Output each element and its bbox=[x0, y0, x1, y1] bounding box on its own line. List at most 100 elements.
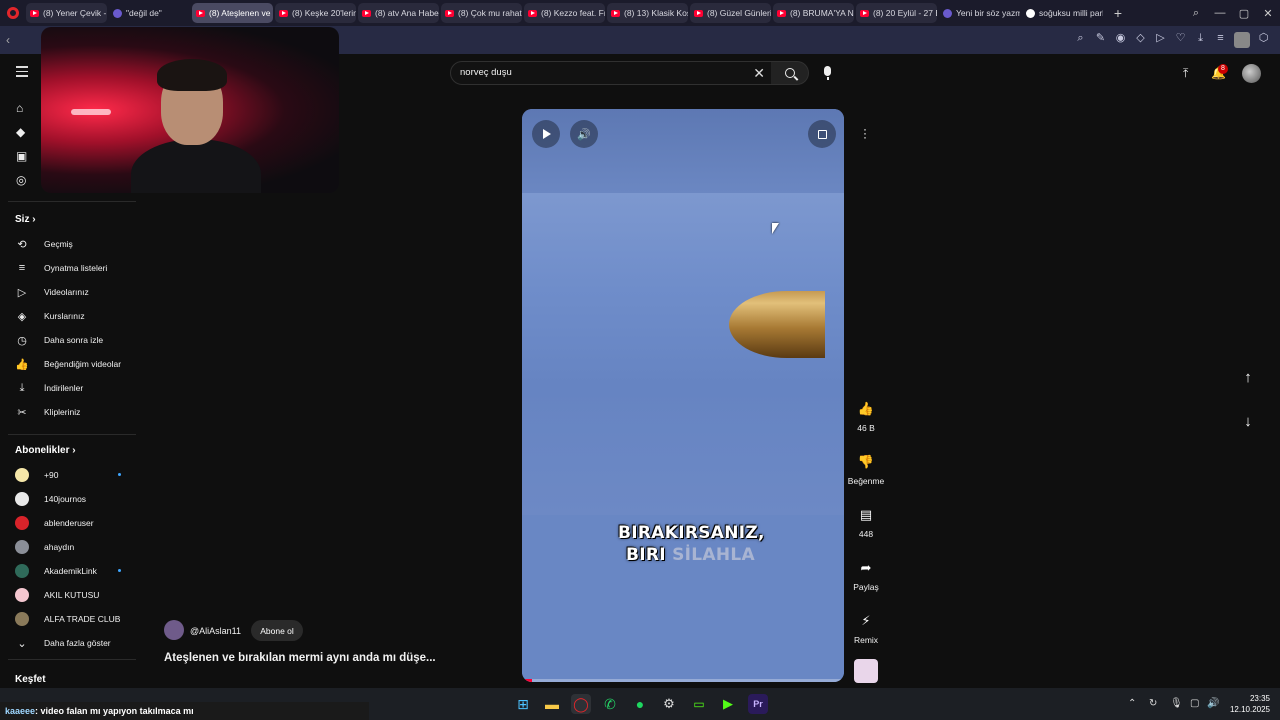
browser-tab[interactable]: (8) 20 Eylül - 27 E bbox=[856, 3, 937, 23]
back-icon[interactable]: ‹ bbox=[6, 33, 10, 47]
account-avatar[interactable] bbox=[1242, 64, 1261, 83]
browser-tab[interactable]: "değil de" bbox=[109, 3, 190, 23]
subscription-item[interactable]: 140journos bbox=[15, 491, 125, 507]
channel-handle[interactable]: @AliAslan11 bbox=[190, 626, 241, 636]
close-window-button[interactable]: ✕ bbox=[1256, 7, 1280, 20]
share-button[interactable]: ➦ Paylaş bbox=[846, 560, 886, 592]
hamburger-menu-icon[interactable] bbox=[16, 66, 28, 80]
sidebar-item[interactable]: ◷ Daha sonra izle bbox=[15, 332, 103, 348]
new-tab-button[interactable]: + bbox=[1109, 4, 1127, 22]
sidebar-item[interactable]: 👍 Beğendiğim videolar bbox=[15, 356, 121, 372]
subscriptions-section-title[interactable]: Abonelikler › bbox=[15, 445, 76, 456]
shorts-player[interactable]: 🔊 BIRAKIRSANIZ, BIRI SİLAHLA bbox=[522, 109, 844, 682]
browser-tab[interactable]: soğuksu milli park bbox=[1022, 3, 1103, 23]
opera-logo-icon[interactable] bbox=[0, 0, 26, 26]
browser-tab[interactable]: (8) Kezzo feat. Fre bbox=[524, 3, 605, 23]
browser-tab[interactable]: (8) Keşke 20'lerim bbox=[275, 3, 356, 23]
progress-bar[interactable] bbox=[522, 679, 844, 682]
browser-tab[interactable]: (8) atv Ana Haber bbox=[358, 3, 439, 23]
next-short-button[interactable]: ↓ bbox=[1238, 413, 1258, 433]
steam-icon[interactable]: ⚙ bbox=[659, 694, 679, 714]
opera-taskbar-icon[interactable]: ◯ bbox=[571, 694, 591, 714]
clear-search-icon[interactable]: ✕ bbox=[753, 65, 765, 82]
speaker-icon[interactable]: 🔊 bbox=[1207, 698, 1219, 709]
search-input[interactable] bbox=[460, 67, 740, 78]
browser-tab[interactable]: (8) Ateşlenen ve bırakılan bbox=[192, 3, 273, 23]
channel-avatar[interactable] bbox=[164, 620, 184, 640]
fullscreen-button[interactable] bbox=[808, 120, 836, 148]
sync-icon[interactable]: ↻ bbox=[1149, 698, 1157, 709]
search-icon[interactable]: ⌕ bbox=[1074, 32, 1087, 45]
spotify-icon[interactable]: ● bbox=[630, 694, 650, 714]
file-explorer-icon[interactable]: ▬ bbox=[542, 694, 562, 714]
subscribe-button[interactable]: Abone ol bbox=[251, 620, 303, 641]
search-tabs-icon[interactable]: ⌕ bbox=[1184, 7, 1208, 20]
profile-avatar[interactable] bbox=[1234, 32, 1250, 48]
minimize-button[interactable]: — bbox=[1208, 7, 1232, 19]
shield-icon[interactable]: ◇ bbox=[1134, 32, 1147, 45]
subscription-item[interactable]: AKIL KUTUSU bbox=[15, 587, 125, 603]
tray-overflow-icon[interactable]: ⌃ bbox=[1128, 698, 1136, 709]
subscription-item[interactable]: +90 bbox=[15, 467, 125, 483]
edit-icon[interactable]: ✎ bbox=[1094, 32, 1107, 45]
browser-tab[interactable]: (8) BRUMA'YA NE bbox=[773, 3, 854, 23]
browser-tab[interactable]: (8) Güzel Günleri bbox=[690, 3, 771, 23]
share-label: Paylaş bbox=[853, 582, 879, 592]
upload-icon[interactable]: ⤒ bbox=[1183, 66, 1188, 81]
heart-icon[interactable]: ♡ bbox=[1174, 32, 1187, 45]
sidebar-item[interactable]: ▷ Videolarınız bbox=[15, 284, 89, 300]
play-button[interactable] bbox=[532, 120, 560, 148]
tab-label: "değil de" bbox=[126, 8, 162, 18]
browser-tab[interactable]: (8) Çok mu rahatı bbox=[441, 3, 522, 23]
sidebar-item-label: İndirilenler bbox=[44, 383, 84, 393]
you-icon[interactable]: ◎ bbox=[16, 174, 28, 186]
windows-start-icon[interactable]: ⊞ bbox=[513, 694, 533, 714]
premiere-pro-icon[interactable]: Pr bbox=[748, 694, 768, 714]
mic-tray-icon[interactable]: 🎙 bbox=[1170, 698, 1183, 709]
home-icon[interactable]: ⌂ bbox=[16, 102, 28, 114]
maximize-button[interactable]: ▢ bbox=[1232, 7, 1256, 20]
new-content-dot bbox=[118, 569, 121, 572]
kick-icon[interactable]: ▭ bbox=[689, 694, 709, 714]
subscriptions-icon[interactable]: ▣ bbox=[16, 150, 28, 162]
menu-icon[interactable]: ≡ bbox=[1214, 32, 1227, 45]
downloads-icon[interactable]: ⤓ bbox=[1194, 32, 1207, 45]
channel-thumbnail[interactable] bbox=[854, 659, 878, 683]
player-icon[interactable]: ▷ bbox=[1154, 32, 1167, 45]
volume-button[interactable]: 🔊 bbox=[570, 120, 598, 148]
search-button[interactable] bbox=[771, 61, 809, 85]
subscription-item[interactable]: AkademikLink bbox=[15, 563, 125, 579]
windows-taskbar bbox=[369, 688, 1280, 720]
show-more-button[interactable]: ⌄ Daha fazla göster bbox=[15, 635, 110, 651]
sidebar-item[interactable]: ⤓ İndirilenler bbox=[15, 380, 84, 396]
remix-button[interactable]: ⚡ Remix bbox=[846, 613, 886, 645]
more-options-icon[interactable]: · · · bbox=[863, 123, 867, 143]
subscription-item[interactable]: ahaydın bbox=[15, 539, 125, 555]
sidebar-item[interactable]: ⟲ Geçmiş bbox=[15, 236, 72, 252]
download-icon: ⤓ bbox=[19, 381, 25, 394]
microphone-icon[interactable] bbox=[824, 66, 831, 80]
subscription-item[interactable]: ALFA TRADE CLUB bbox=[15, 611, 125, 627]
sidebar-item[interactable]: ✂ Klipleriniz bbox=[15, 404, 80, 420]
network-icon[interactable]: ▢ bbox=[1190, 698, 1199, 709]
volume-icon: 🔊 bbox=[577, 128, 591, 141]
dislike-button[interactable]: 👎 Beğenme bbox=[846, 454, 886, 486]
previous-short-button[interactable]: ↑ bbox=[1238, 369, 1258, 389]
subscription-item[interactable]: ablenderuser bbox=[15, 515, 125, 531]
browser-tab[interactable]: (8) Yener Çevik - I bbox=[26, 3, 107, 23]
camera-icon[interactable]: ◉ bbox=[1114, 32, 1127, 45]
system-clock[interactable]: 23:35 12.10.2025 bbox=[1224, 693, 1270, 715]
like-button[interactable]: 👍 46 B bbox=[846, 401, 886, 433]
extensions-icon[interactable]: ⬡ bbox=[1257, 32, 1270, 45]
comments-button[interactable]: ▤ 448 bbox=[846, 507, 886, 539]
you-section-title[interactable]: Siz › bbox=[15, 214, 36, 225]
browser-tab[interactable]: (8) 13) Klasik Koşı bbox=[607, 3, 688, 23]
browser-tab[interactable]: Yeni bir söz yazm bbox=[939, 3, 1020, 23]
whatsapp-icon[interactable]: ✆ bbox=[600, 694, 620, 714]
sidebar-item[interactable]: ◈ Kurslarınız bbox=[15, 308, 85, 324]
stream-app-icon[interactable]: ▶ bbox=[718, 694, 738, 714]
shorts-icon[interactable]: ◆ bbox=[16, 126, 28, 138]
sidebar-item[interactable]: ≡ Oynatma listeleri bbox=[15, 260, 108, 276]
webcam-overlay bbox=[41, 27, 339, 193]
short-title[interactable]: Ateşlenen ve bırakılan mermi aynı anda m… bbox=[164, 652, 436, 664]
